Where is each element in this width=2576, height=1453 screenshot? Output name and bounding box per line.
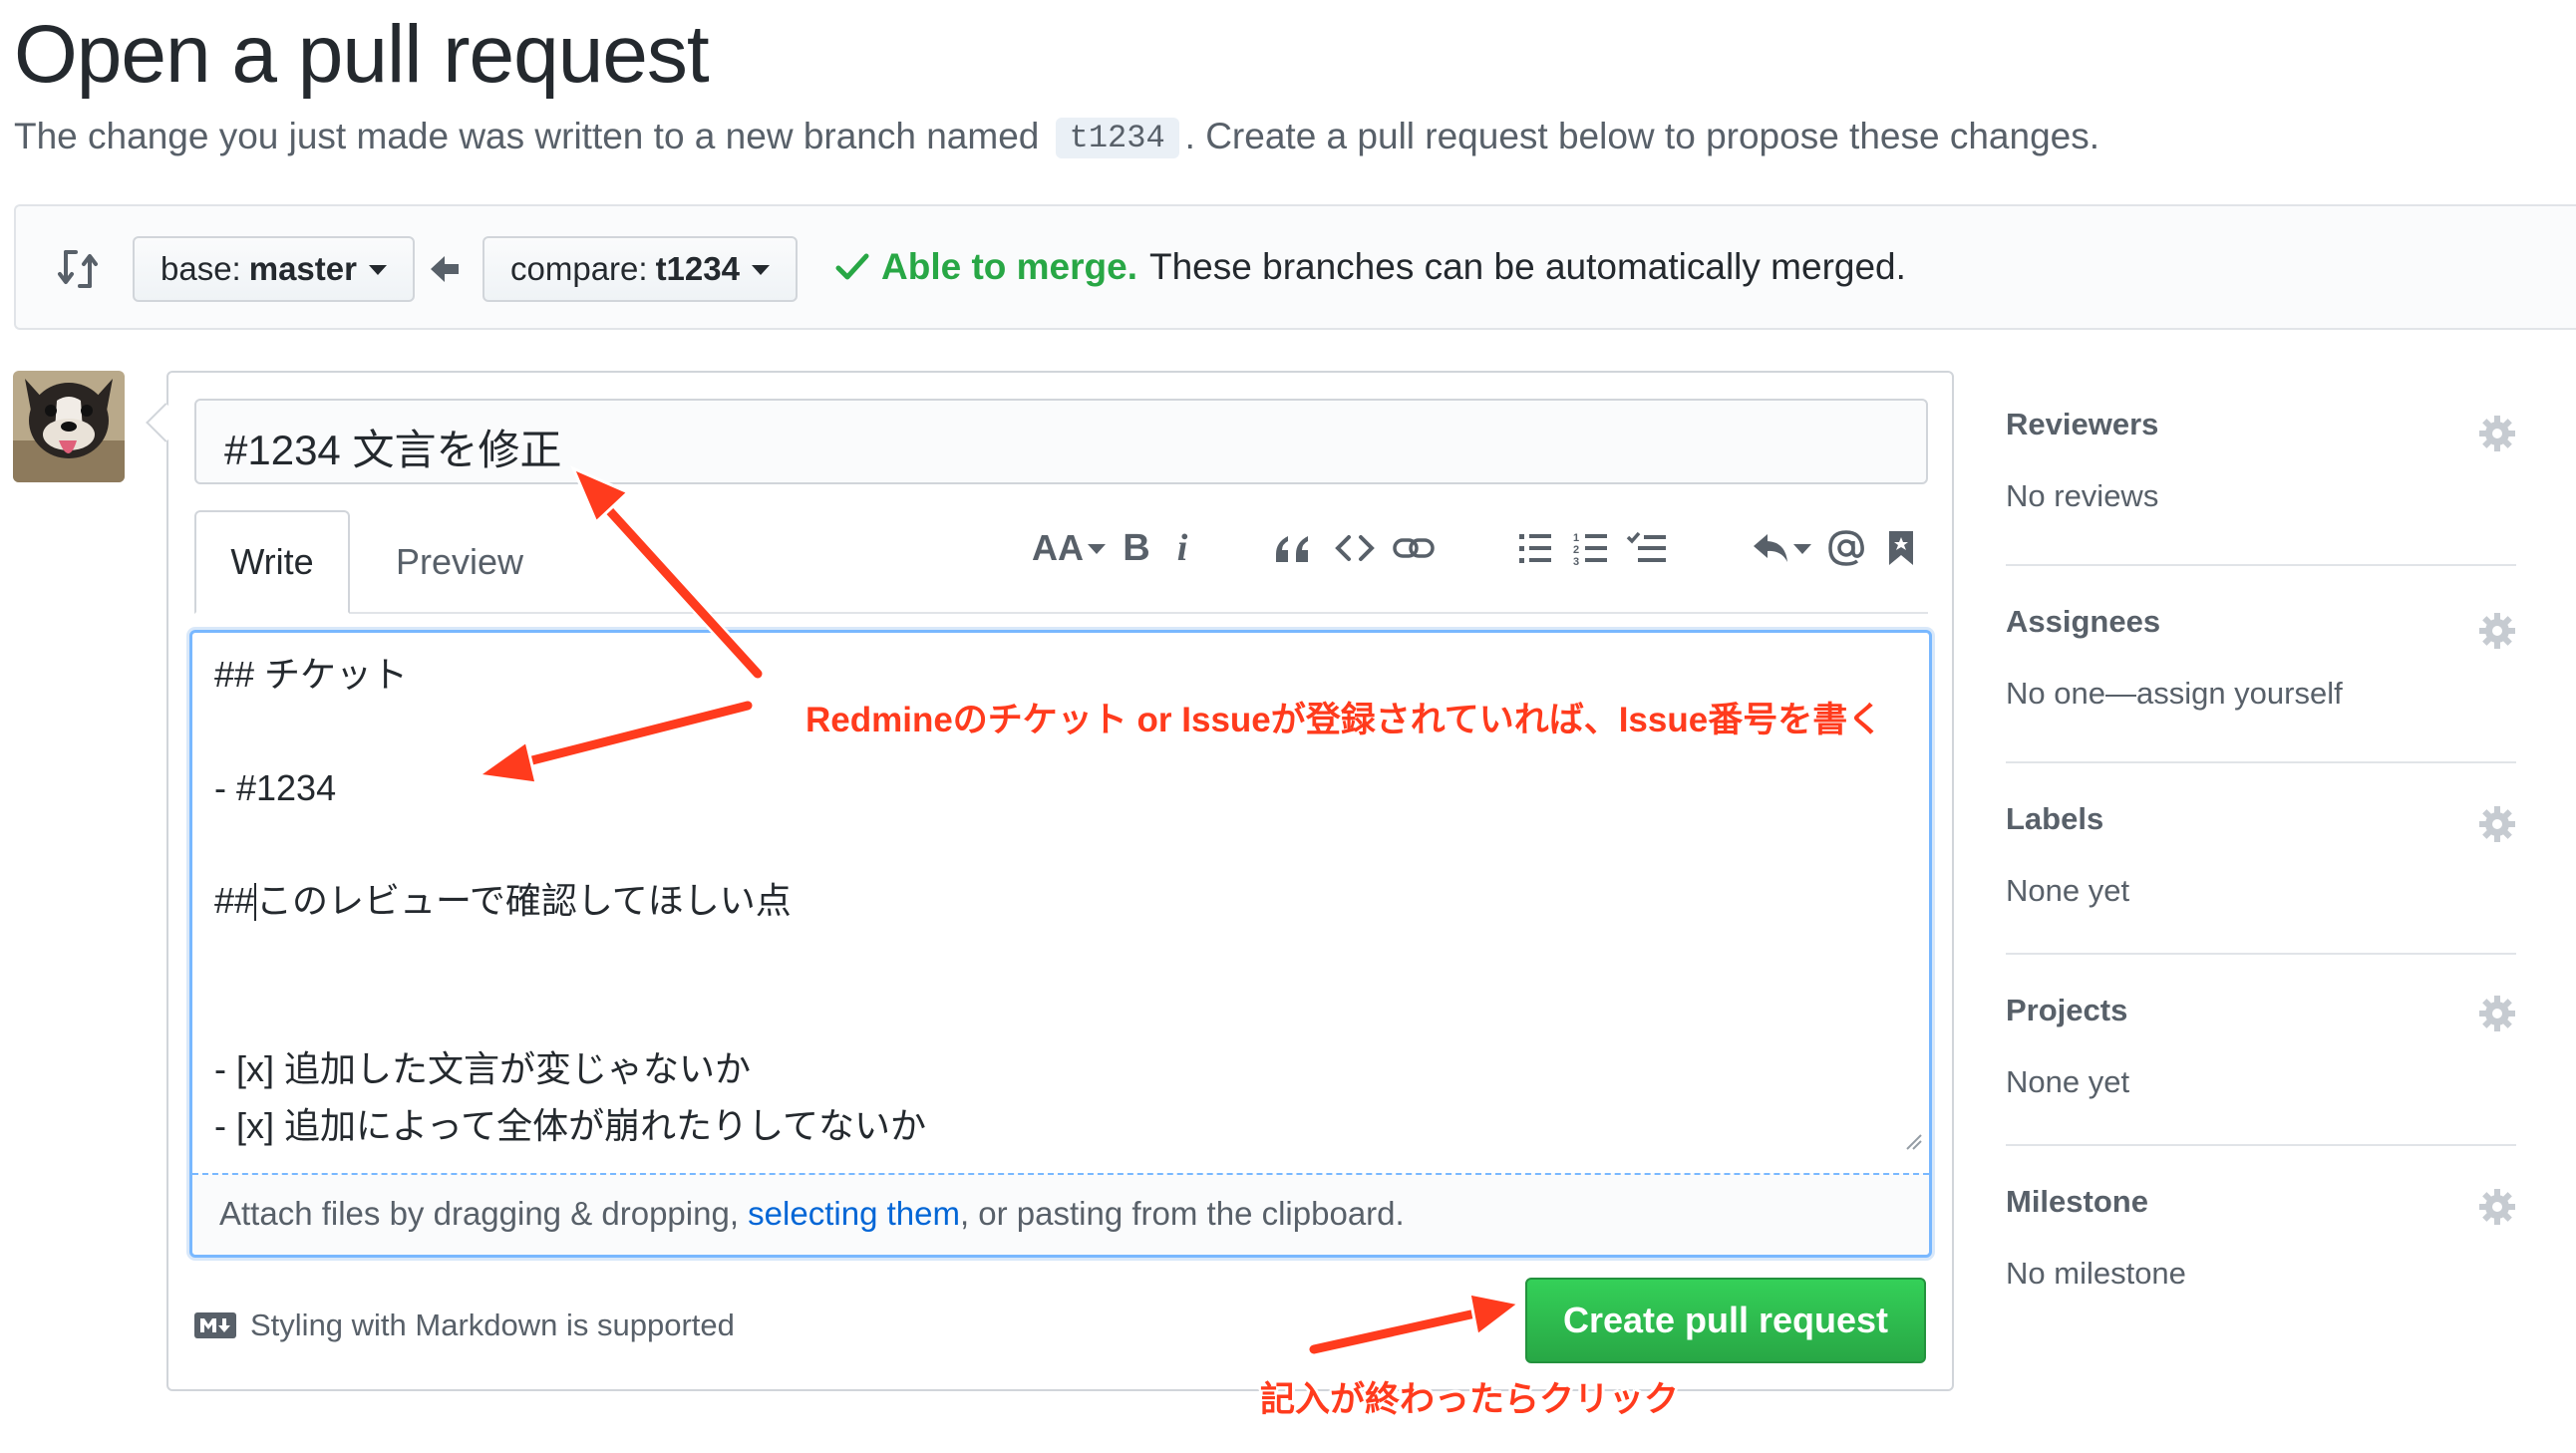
arrow-to-title — [570, 465, 765, 681]
arrow-to-create-button — [1307, 1292, 1523, 1356]
click-annotation: 記入が終わったらクリック — [1260, 1380, 1680, 1419]
arrow-to-issue-number — [475, 699, 755, 785]
issue-number-annotation: Redmineのチケット or Issueが登録されていれば、Issue番号を書… — [805, 701, 1883, 739]
